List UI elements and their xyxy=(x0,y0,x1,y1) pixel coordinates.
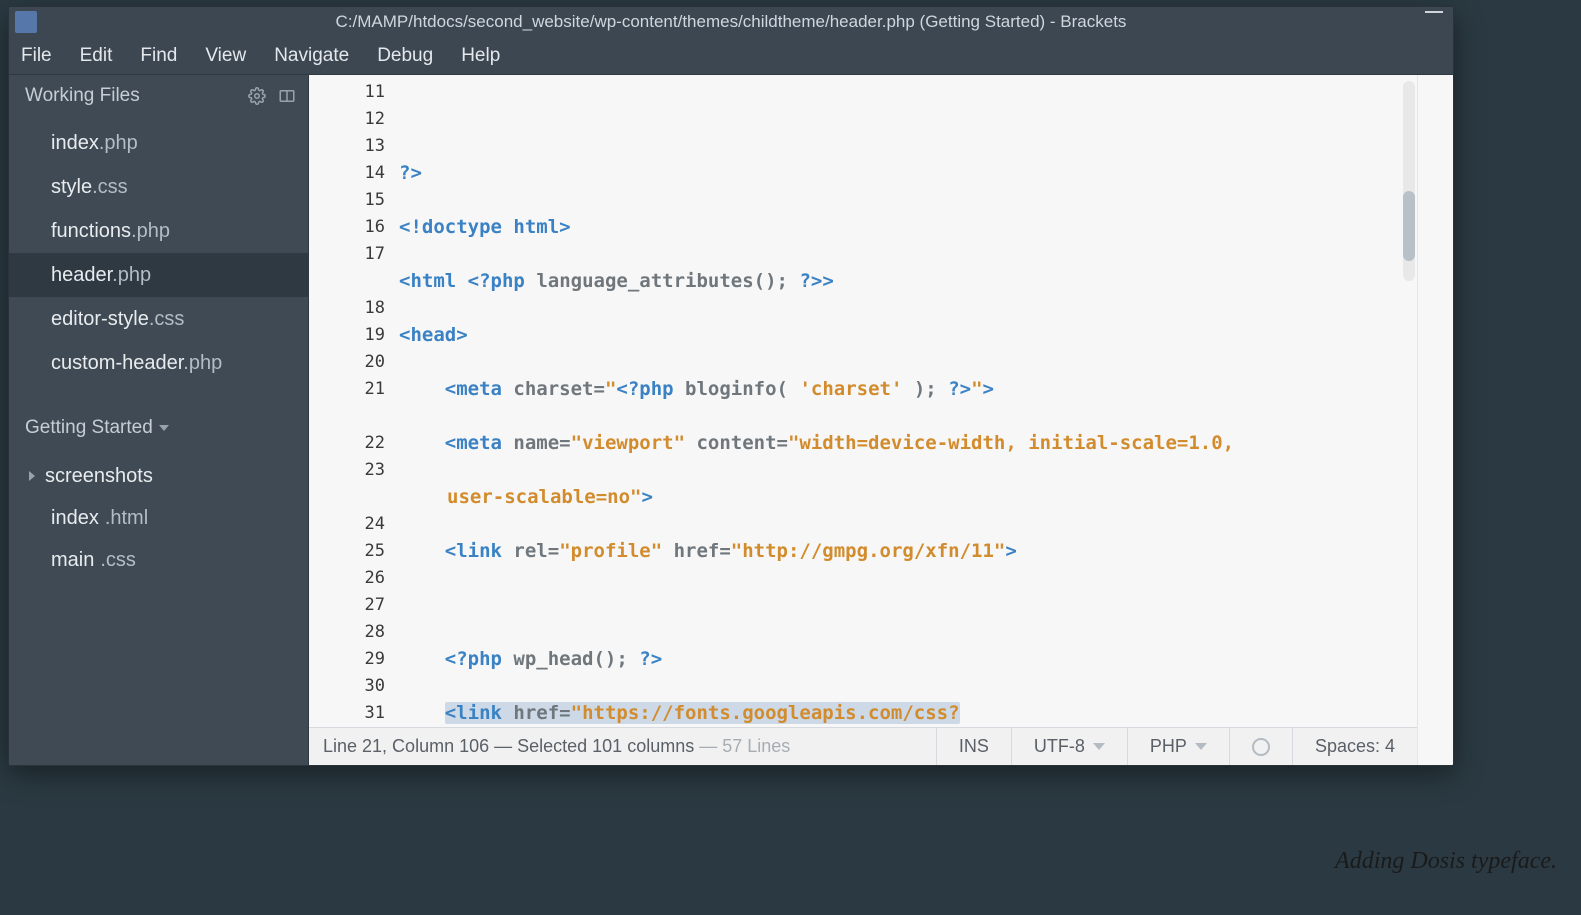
extension-toolbar xyxy=(1417,75,1453,765)
project-label: Getting Started xyxy=(25,417,153,439)
menu-help[interactable]: Help xyxy=(461,45,500,67)
chevron-down-icon xyxy=(1093,743,1105,750)
file-item[interactable]: style.css xyxy=(9,165,308,209)
editor-window: C:/MAMP/htdocs/second_website/wp-content… xyxy=(8,6,1454,766)
code-area[interactable]: 11 12 13 14 15 16 17 18 19 20 21 22 23 xyxy=(309,75,1417,727)
code-content[interactable]: ?> <!doctype html> <html <?php language_… xyxy=(399,75,1417,727)
scrollbar-thumb[interactable] xyxy=(1403,191,1415,261)
tree-folder[interactable]: screenshots xyxy=(9,455,308,497)
editor-pane: 11 12 13 14 15 16 17 18 19 20 21 22 23 xyxy=(309,75,1417,765)
menu-view[interactable]: View xyxy=(205,45,246,67)
file-item[interactable]: editor-style.css xyxy=(9,297,308,341)
vertical-scrollbar[interactable] xyxy=(1403,81,1415,281)
status-ins[interactable]: INS xyxy=(936,728,1011,765)
menubar: File Edit Find View Navigate Debug Help xyxy=(9,37,1453,75)
working-files-list: index.php style.css functions.php header… xyxy=(9,117,308,403)
file-item[interactable]: index.php xyxy=(9,121,308,165)
figure-caption: Adding Dosis typeface. xyxy=(1335,848,1557,875)
working-files-label: Working Files xyxy=(25,85,140,107)
window-controls xyxy=(1425,11,1443,13)
circle-icon xyxy=(1252,738,1270,756)
menu-debug[interactable]: Debug xyxy=(377,45,433,67)
gear-icon[interactable] xyxy=(248,87,266,105)
tree-file[interactable]: index.html xyxy=(9,497,308,539)
app-logo-icon xyxy=(15,11,37,33)
menu-find[interactable]: Find xyxy=(140,45,177,67)
file-item-active[interactable]: header.php xyxy=(9,253,308,297)
project-header[interactable]: Getting Started xyxy=(9,403,308,447)
menu-edit[interactable]: Edit xyxy=(80,45,113,67)
project-tree: screenshots index.html main.css xyxy=(9,447,308,581)
file-item[interactable]: custom-header.php xyxy=(9,341,308,385)
tree-file[interactable]: main.css xyxy=(9,539,308,581)
status-encoding[interactable]: UTF-8 xyxy=(1011,728,1127,765)
chevron-down-icon xyxy=(159,425,169,431)
window-title: C:/MAMP/htdocs/second_website/wp-content… xyxy=(9,12,1453,32)
line-gutter: 11 12 13 14 15 16 17 18 19 20 21 22 23 xyxy=(309,75,399,727)
file-item[interactable]: functions.php xyxy=(9,209,308,253)
status-cursor[interactable]: Line 21, Column 106 — Selected 101 colum… xyxy=(309,736,936,757)
status-spaces[interactable]: Spaces: 4 xyxy=(1292,728,1417,765)
menu-navigate[interactable]: Navigate xyxy=(274,45,349,67)
working-files-header: Working Files xyxy=(9,75,308,117)
menu-file[interactable]: File xyxy=(21,45,52,67)
status-language[interactable]: PHP xyxy=(1127,728,1229,765)
main-body: Working Files index.php style.css functi… xyxy=(9,75,1453,765)
statusbar: Line 21, Column 106 — Selected 101 colum… xyxy=(309,727,1417,765)
split-view-icon[interactable] xyxy=(278,87,296,105)
status-lint[interactable] xyxy=(1229,728,1292,765)
titlebar[interactable]: C:/MAMP/htdocs/second_website/wp-content… xyxy=(9,7,1453,37)
minimize-button[interactable] xyxy=(1425,11,1443,13)
chevron-down-icon xyxy=(1195,743,1207,750)
sidebar: Working Files index.php style.css functi… xyxy=(9,75,309,765)
